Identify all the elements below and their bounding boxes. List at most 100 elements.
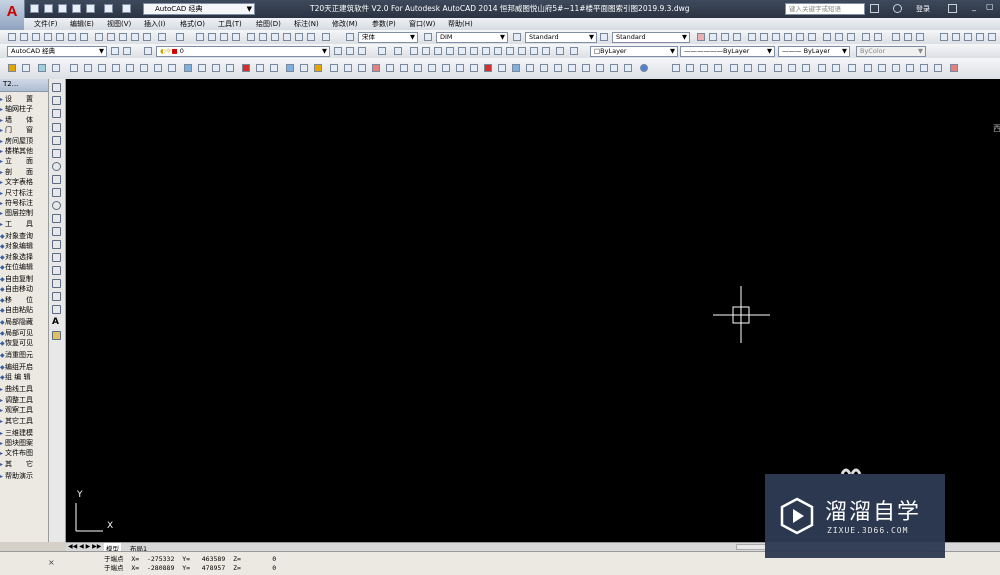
tz-chart-icon[interactable]	[540, 64, 548, 72]
application-menu-button[interactable]: A	[0, 0, 25, 30]
tz-stair-icon[interactable]	[98, 64, 106, 72]
palette-item[interactable]: 帮助演示	[5, 472, 47, 481]
tz-mark-icon[interactable]	[484, 64, 492, 72]
color-select[interactable]: □ByLayer ▼	[590, 46, 678, 57]
text-style-icon[interactable]	[346, 33, 354, 41]
tz-wall-icon[interactable]	[22, 64, 30, 72]
paste-icon[interactable]	[119, 33, 127, 41]
menu-edit[interactable]: 编辑(E)	[70, 19, 94, 29]
menu-draw[interactable]: 绘图(D)	[256, 19, 281, 29]
pan-icon[interactable]	[196, 33, 204, 41]
layer-freeze-icon[interactable]	[422, 47, 430, 55]
palette-item[interactable]: 自由移动	[5, 285, 47, 294]
linetype-select[interactable]: ——————ByLayer ▼	[680, 46, 775, 57]
text-style-select[interactable]: 宋体 ▼	[358, 32, 418, 43]
layer-translate-icon[interactable]	[556, 47, 564, 55]
spline-icon[interactable]	[52, 188, 61, 197]
tz-block-icon[interactable]	[286, 64, 294, 72]
layer-unisolate-icon[interactable]	[394, 47, 402, 55]
palette-item[interactable]: 恢复可见	[5, 339, 47, 348]
palette-item[interactable]: 图块图案	[5, 439, 47, 448]
layer-walk-icon[interactable]	[470, 47, 478, 55]
layer-off-icon[interactable]	[410, 47, 418, 55]
circle-icon[interactable]	[52, 162, 61, 171]
tz-render-icon[interactable]	[878, 64, 886, 72]
tz-hatch-icon[interactable]	[300, 64, 308, 72]
palette-item[interactable]: 对象选择	[5, 253, 47, 262]
tz-merge-icon[interactable]	[596, 64, 604, 72]
palette-item[interactable]: 观察工具	[5, 406, 47, 415]
tz-paint-icon[interactable]	[314, 64, 322, 72]
preview-icon[interactable]	[56, 33, 64, 41]
markup-icon[interactable]	[295, 33, 303, 41]
tz-car-icon[interactable]	[242, 64, 250, 72]
tz-column-icon[interactable]	[70, 64, 78, 72]
palette-item[interactable]: 墙 体	[5, 116, 47, 125]
tz-layer-icon[interactable]	[226, 64, 234, 72]
login-link[interactable]: 登录	[916, 4, 930, 14]
workspace-combo[interactable]: AutoCAD 经典 ▼	[7, 46, 107, 57]
tool-palettes-icon[interactable]	[271, 33, 279, 41]
palette-item[interactable]: 三维建模	[5, 429, 47, 438]
palette-item[interactable]: 文字表格	[5, 178, 47, 187]
none-snap-icon[interactable]	[862, 33, 870, 41]
tz-grid-icon[interactable]	[372, 64, 380, 72]
menu-dimension[interactable]: 标注(N)	[294, 19, 319, 29]
hatch-icon[interactable]	[52, 266, 61, 275]
tz-window-cascade-icon[interactable]	[686, 64, 694, 72]
menu-help[interactable]: 帮助(H)	[448, 19, 473, 29]
block-editor-icon[interactable]	[143, 33, 151, 41]
layer-on-all-icon[interactable]	[506, 47, 514, 55]
tz-slash-icon[interactable]	[848, 64, 856, 72]
osnap-settings-icon[interactable]	[874, 33, 882, 41]
menu-insert[interactable]: 插入(I)	[144, 19, 166, 29]
zoom-window-icon[interactable]	[220, 33, 228, 41]
line-icon[interactable]	[52, 83, 61, 92]
palette-item[interactable]: 其 它	[5, 460, 47, 469]
palette-item[interactable]: 自由复制	[5, 275, 47, 284]
dim-linear-icon[interactable]	[940, 33, 948, 41]
snap-icon[interactable]	[709, 33, 717, 41]
ortho-icon[interactable]	[721, 33, 729, 41]
layer-merge-icon[interactable]	[482, 47, 490, 55]
tz-check-icon[interactable]	[568, 64, 576, 72]
multileader-style-select[interactable]: Standard ▼	[612, 32, 690, 43]
redo-icon[interactable]	[176, 33, 184, 41]
palette-header[interactable]: T2...	[0, 79, 48, 92]
table-style-select[interactable]: Standard ▼	[525, 32, 597, 43]
table-style-icon[interactable]	[513, 33, 521, 41]
search-input[interactable]: 键入关键字或短语	[785, 3, 865, 15]
tz-row-icon[interactable]	[788, 64, 796, 72]
menu-modify[interactable]: 修改(M)	[332, 19, 358, 29]
save-as-icon[interactable]	[72, 4, 81, 13]
extension-icon[interactable]	[796, 33, 804, 41]
add-selected-icon[interactable]	[52, 331, 61, 340]
layer-change-icon[interactable]	[542, 47, 550, 55]
menu-view[interactable]: 视图(V)	[107, 19, 131, 29]
tz-export-icon[interactable]	[832, 64, 840, 72]
quadrant-icon[interactable]	[772, 33, 780, 41]
text-edit-icon[interactable]	[904, 33, 912, 41]
tab-nav-first-icon[interactable]: ◀◀ ◀ ▶ ▶▶	[68, 543, 101, 550]
tz-extend-icon[interactable]	[470, 64, 478, 72]
tz-help-icon[interactable]	[640, 64, 648, 72]
layer-thaw-icon[interactable]	[518, 47, 526, 55]
revision-cloud-icon[interactable]	[52, 175, 61, 184]
tz-scene-icon[interactable]	[934, 64, 942, 72]
palette-item[interactable]: 调整工具	[5, 396, 47, 405]
make-block-icon[interactable]	[52, 240, 61, 249]
palette-item[interactable]: 尺寸标注	[5, 189, 47, 198]
save-icon[interactable]	[32, 33, 40, 41]
match-properties-icon[interactable]	[131, 33, 139, 41]
tz-door-icon[interactable]	[52, 64, 60, 72]
multileader-style-icon[interactable]	[600, 33, 608, 41]
dim-angular-icon[interactable]	[988, 33, 996, 41]
properties-icon[interactable]	[247, 33, 255, 41]
undo-icon[interactable]	[158, 33, 166, 41]
palette-item[interactable]: 编组开启	[5, 363, 47, 372]
tz-flag-icon[interactable]	[610, 64, 618, 72]
lineweight-select[interactable]: ——— ByLayer ▼	[778, 46, 850, 57]
close-icon[interactable]: ×	[48, 558, 55, 567]
tz-camera-icon[interactable]	[892, 64, 900, 72]
tz-snap-icon[interactable]	[386, 64, 394, 72]
